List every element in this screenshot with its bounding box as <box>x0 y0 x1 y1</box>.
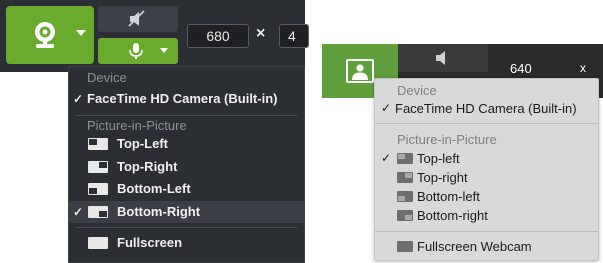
pip-bottom-left-label: Bottom-left <box>417 189 480 204</box>
checkmark-icon: ✓ <box>381 151 392 165</box>
width-value[interactable]: 640 <box>510 61 532 76</box>
pip-top-left-icon <box>397 153 413 164</box>
picture-person-icon <box>346 59 374 83</box>
device-section-header: Device <box>87 70 127 85</box>
device-item-label: FaceTime HD Camera (Built-in) <box>87 91 278 106</box>
menu-divider <box>77 115 297 116</box>
pip-top-left-label: Top-Left <box>117 136 169 151</box>
pip-item-top-left[interactable]: ✓ Top-left <box>375 149 598 168</box>
fullscreen-webcam-label: Fullscreen Webcam <box>417 239 532 254</box>
menu-divider <box>375 231 598 232</box>
microphone-button[interactable] <box>98 38 178 64</box>
fullscreen-label: Fullscreen <box>117 235 183 250</box>
fullscreen-icon <box>88 237 108 249</box>
checkmark-icon: ✓ <box>381 101 392 115</box>
fullscreen-icon <box>397 241 413 252</box>
pip-item-top-right[interactable]: Top-right <box>375 168 598 187</box>
webcam-icon <box>35 22 55 48</box>
pip-item-bottom-left[interactable]: Bottom-left <box>375 187 598 206</box>
camera-button[interactable] <box>6 6 94 64</box>
pip-bottom-right-label: Bottom-right <box>417 208 488 223</box>
height-input[interactable]: 4 <box>279 24 309 48</box>
dimension-times-symbol: x <box>580 61 586 75</box>
pip-bottom-right-icon <box>397 210 413 221</box>
pip-bottom-right-icon <box>88 206 108 218</box>
checkmark-icon: ✓ <box>73 205 84 219</box>
pip-top-right-label: Top-right <box>417 170 468 185</box>
pip-item-top-left[interactable]: Top-Left <box>69 133 304 155</box>
pip-bottom-right-label: Bottom-Right <box>117 204 201 219</box>
pip-bottom-left-icon <box>397 191 413 202</box>
pip-top-right-label: Top-Right <box>117 159 178 174</box>
speaker-muted-icon <box>128 10 145 27</box>
pip-item-top-right[interactable]: Top-Right <box>69 156 304 178</box>
pip-top-left-label: Top-left <box>417 151 460 166</box>
speaker-icon <box>436 51 445 65</box>
left-recorder-toolbar: 680 × 4 <box>0 0 309 72</box>
left-camera-menu: Device ✓ FaceTime HD Camera (Built-in) P… <box>68 66 305 263</box>
device-item-label: FaceTime HD Camera (Built-in) <box>395 101 577 116</box>
pip-bottom-left-icon <box>88 183 108 195</box>
pip-item-bottom-right[interactable]: ✓ Bottom-Right <box>69 201 304 223</box>
fullscreen-item[interactable]: Fullscreen <box>69 232 304 254</box>
microphone-icon <box>129 43 143 59</box>
checkmark-icon: ✓ <box>73 92 84 106</box>
pip-top-right-icon <box>397 172 413 183</box>
pip-item-bottom-right[interactable]: Bottom-right <box>375 206 598 225</box>
pip-section-header: Picture-in-Picture <box>397 132 497 147</box>
device-section-header: Device <box>397 83 437 98</box>
menu-divider <box>77 227 297 228</box>
microphone-dropdown-caret-icon[interactable] <box>160 48 168 53</box>
device-item-facetime[interactable]: ✓ FaceTime HD Camera (Built-in) <box>69 88 304 110</box>
camera-dropdown-caret-icon[interactable] <box>76 30 86 36</box>
pip-top-right-icon <box>88 161 108 173</box>
pip-bottom-left-label: Bottom-Left <box>117 181 191 196</box>
fullscreen-webcam-item[interactable]: Fullscreen Webcam <box>375 237 598 256</box>
device-item-facetime[interactable]: ✓ FaceTime HD Camera (Built-in) <box>375 99 598 118</box>
width-input[interactable]: 680 <box>187 24 249 48</box>
pip-top-left-icon <box>88 138 108 150</box>
audio-button[interactable] <box>398 44 488 72</box>
pip-item-bottom-left[interactable]: Bottom-Left <box>69 178 304 200</box>
audio-mute-button[interactable] <box>98 6 178 32</box>
pip-section-header: Picture-in-Picture <box>87 118 187 133</box>
dimension-times-symbol: × <box>256 25 266 42</box>
right-camera-menu: Device ✓ FaceTime HD Camera (Built-in) P… <box>374 78 599 261</box>
menu-divider <box>375 123 598 124</box>
